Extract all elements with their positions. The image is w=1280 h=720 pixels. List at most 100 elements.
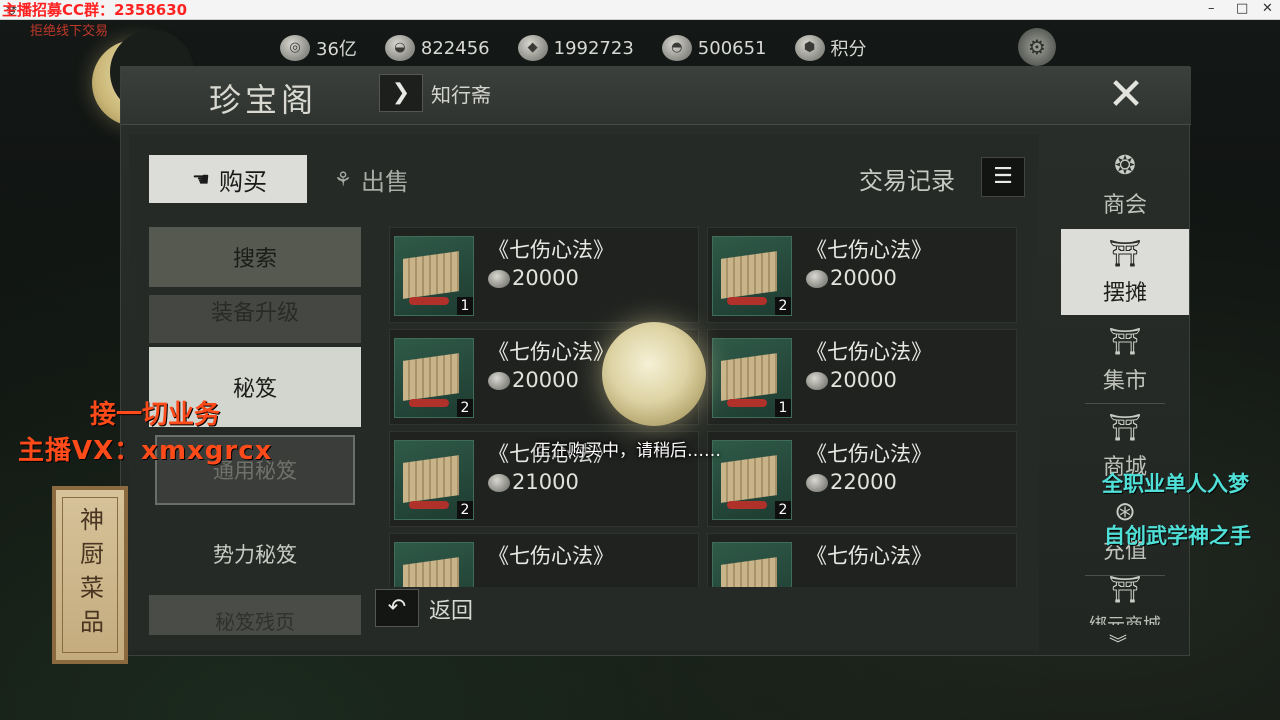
nav-market[interactable]: ⛩ 集市: [1061, 317, 1189, 403]
sell-icon: ⚘: [334, 167, 352, 191]
currency-coin: ◎ 36亿: [280, 35, 357, 61]
list-icon[interactable]: ☰: [981, 157, 1025, 197]
list-item[interactable]: 2 《七伤心法》 20000: [707, 227, 1017, 323]
chef-sign-text: 神厨菜品: [62, 497, 118, 653]
bound-mall-icon: ⛩: [1108, 575, 1142, 605]
tab-sell-label: 出售: [361, 167, 409, 196]
close-icon[interactable]: ✕: [1091, 67, 1161, 125]
item-quantity: 2: [775, 501, 791, 519]
currency-jade: ◆ 1992723: [517, 35, 634, 61]
item-name: 《七伤心法》: [488, 544, 614, 568]
list-item[interactable]: 1 《七伤心法》 20000: [707, 329, 1017, 425]
list-item[interactable]: 2 《七伤心法》 22000: [707, 431, 1017, 527]
list-item[interactable]: 1 《七伤心法》 20000: [389, 227, 699, 323]
ingot-icon: ◓: [661, 35, 692, 61]
currency-bar: ◎ 36亿 ◒ 822456 ◆ 1992723 ◓ 500651 ⬢ 积分: [280, 30, 895, 66]
skill-book-icon: [712, 542, 792, 587]
item-quantity: 2: [457, 399, 473, 417]
tab-buy-label: 购买: [219, 167, 267, 196]
item-price: 20000: [512, 266, 579, 290]
right-nav: ❂ 商会 ⛩ 摆摊 ⛩ 集市 ⛩ 商城 ⊛ 充值 ⛩ 绑元商城 ︾: [1061, 125, 1189, 655]
currency-ingot: ◓ 500651: [661, 35, 767, 61]
skill-book-icon: 1: [394, 236, 474, 316]
item-name: 《七伤心法》: [806, 238, 932, 262]
panel-header: 珍宝阁 ❯ 知行斋 ✕: [121, 67, 1191, 125]
item-grid: 1 《七伤心法》 20000 2 《七伤心法》 20000 2 《七伤心法》 2…: [389, 227, 1025, 587]
stream-overlay-notice: 拒绝线下交易: [30, 24, 109, 39]
stream-overlay-recruit: 主播招募CC群：2358630: [2, 1, 188, 19]
item-price: 22000: [830, 470, 897, 494]
maximize-button[interactable]: □: [1236, 1, 1248, 16]
nav-stall[interactable]: ⛩ 摆摊: [1061, 229, 1189, 315]
silver-icon: [806, 270, 828, 288]
item-quantity: 1: [457, 297, 473, 315]
nav-guild[interactable]: ❂ 商会: [1061, 141, 1189, 227]
stall-icon: ⛩: [1108, 239, 1142, 269]
skill-book-icon: 1: [712, 338, 792, 418]
nav-bound-mall-label: 绑元商城: [1089, 611, 1161, 625]
currency-points-label: 积分: [830, 39, 867, 60]
skill-book-icon: 2: [712, 440, 792, 520]
skill-book-icon: [394, 542, 474, 587]
tab-buy[interactable]: ☚ 购买: [149, 155, 307, 203]
loading-moon-icon: [602, 322, 706, 426]
mall-icon: ⛩: [1108, 413, 1142, 443]
silver-icon: [488, 474, 510, 492]
stream-overlay-business: 接一切业务: [90, 400, 221, 430]
window-titlebar: 梦 – □ ✕: [0, 0, 1280, 20]
nav-stall-label: 摆摊: [1102, 281, 1147, 306]
back-button-label[interactable]: 返回: [429, 593, 473, 625]
currency-silver: ◒ 822456: [384, 35, 490, 61]
stream-overlay-skill: 自创武学神之手: [1104, 524, 1251, 548]
silver-icon: ◒: [384, 35, 415, 61]
chevron-down-icon[interactable]: ︾: [1109, 630, 1127, 655]
currency-coin-value: 36亿: [316, 39, 357, 60]
trade-log-label[interactable]: 交易记录: [859, 161, 955, 196]
item-quantity: 2: [457, 501, 473, 519]
category-faction-skill[interactable]: 势力秘笈: [149, 523, 361, 585]
jade-icon: ◆: [517, 35, 548, 61]
chevron-right-icon[interactable]: ❯: [379, 74, 423, 112]
item-price: 20000: [830, 266, 897, 290]
close-window-button[interactable]: ✕: [1262, 1, 1273, 16]
category-skill-pages[interactable]: 秘笈残页: [149, 595, 361, 635]
skill-book-icon: 2: [394, 440, 474, 520]
item-price: 20000: [512, 368, 579, 392]
skill-book-icon: 2: [712, 236, 792, 316]
item-name: 《七伤心法》: [488, 340, 614, 364]
nav-bound-mall[interactable]: ⛩ 绑元商城: [1061, 573, 1189, 633]
tab-sell[interactable]: ⚘ 出售: [329, 155, 449, 203]
skill-book-icon: 2: [394, 338, 474, 418]
silver-icon: [806, 474, 828, 492]
stream-overlay-vx: 主播VX：xmxgrcx: [18, 436, 273, 466]
currency-points[interactable]: ⬢ 积分: [794, 35, 867, 61]
settings-gear-icon[interactable]: ⚙: [1018, 28, 1056, 66]
next-page-link[interactable]: 知行斋: [431, 79, 491, 108]
item-name: 《七伤心法》: [488, 238, 614, 262]
minimize-button[interactable]: –: [1208, 1, 1215, 16]
points-icon: ⬢: [794, 35, 825, 61]
coin-icon: ◎: [280, 35, 310, 61]
category-search[interactable]: 搜索: [149, 227, 361, 287]
currency-ingot-value: 500651: [697, 37, 767, 59]
list-item[interactable]: 《七伤心法》: [389, 533, 699, 587]
list-item[interactable]: 《七伤心法》: [707, 533, 1017, 587]
currency-silver-value: 822456: [420, 37, 490, 59]
market-icon: ⛩: [1108, 327, 1142, 357]
guild-icon: ❂: [1114, 151, 1136, 181]
item-quantity: 2: [775, 297, 791, 315]
item-quantity: 1: [775, 399, 791, 417]
item-name: 《七伤心法》: [806, 340, 932, 364]
item-name: 《七伤心法》: [806, 442, 932, 466]
page-title: 珍宝阁: [209, 81, 318, 119]
buy-icon: ☚: [192, 167, 210, 191]
item-price: 21000: [512, 470, 579, 494]
category-upgrade[interactable]: 装备升级: [149, 295, 361, 343]
silver-icon: [488, 372, 510, 390]
market-content: ☚ 购买 ⚘ 出售 交易记录 ☰ 搜索 装备升级 秘笈 通用秘笈 势力秘笈 秘笈…: [129, 135, 1039, 651]
currency-jade-value: 1992723: [553, 37, 634, 59]
chef-dish-sign[interactable]: 神厨菜品: [52, 486, 128, 664]
nav-market-label: 集市: [1102, 369, 1147, 394]
back-arrow-icon[interactable]: ↶: [375, 589, 419, 627]
stream-overlay-solo: 全职业单人入梦: [1102, 472, 1249, 496]
